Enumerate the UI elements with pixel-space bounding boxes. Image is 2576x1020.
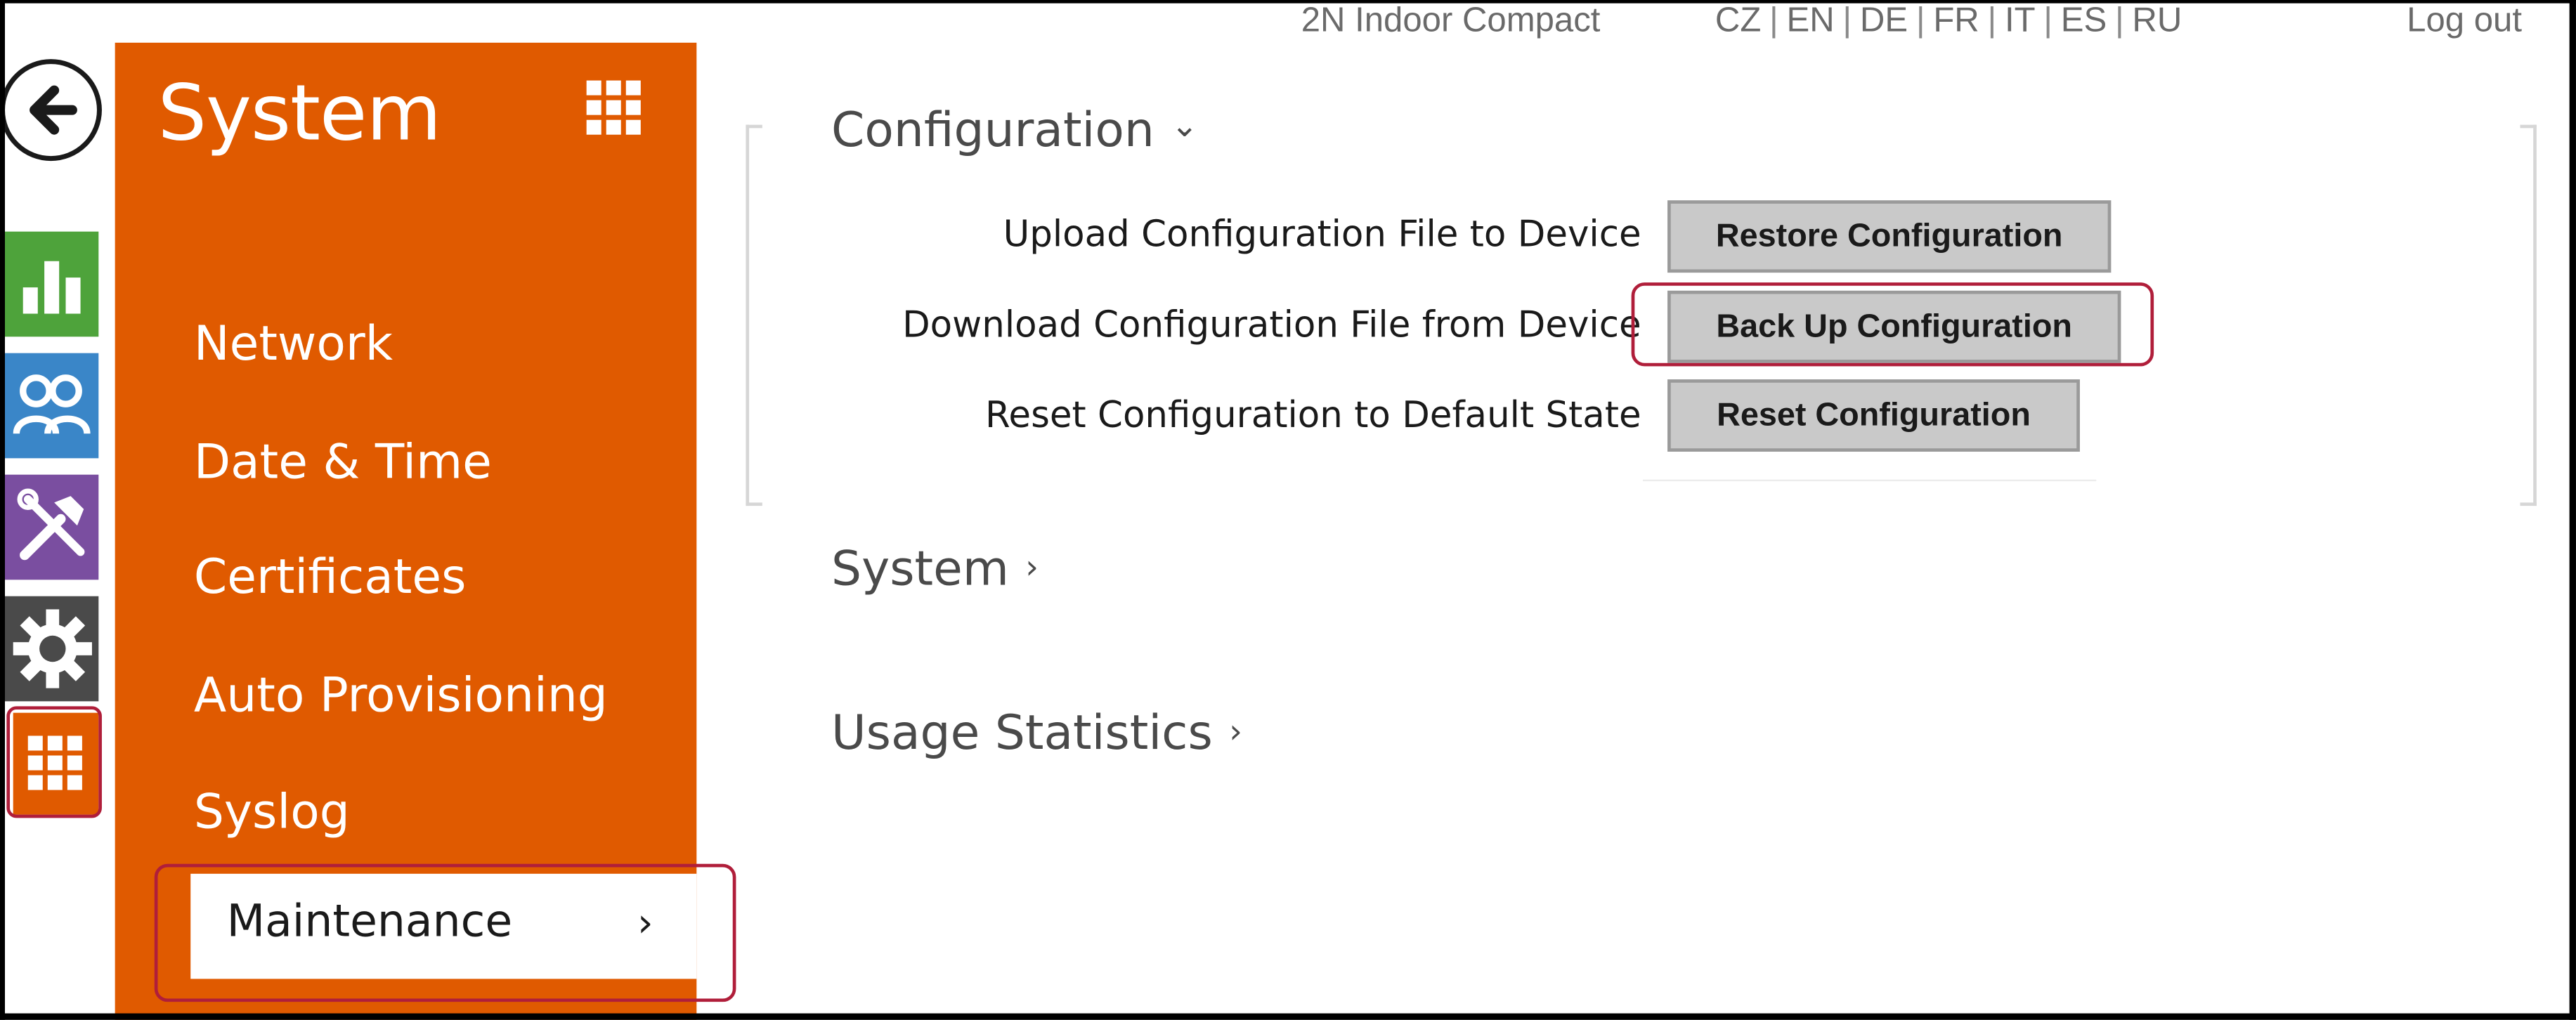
sidebar-item-syslog[interactable]: Syslog <box>194 783 350 839</box>
lang-separator: | <box>2114 1 2124 40</box>
frame-border <box>0 1013 2576 1020</box>
rail-services-button[interactable] <box>5 596 99 702</box>
section-system-header[interactable]: System › <box>831 540 1039 596</box>
maintenance-highlight <box>154 863 736 1002</box>
sidebar-title: System <box>157 69 441 159</box>
lang-de[interactable]: DE <box>1860 0 1908 43</box>
reset-config-label: Reset Configuration to Default State <box>984 395 1641 437</box>
rail-directory-button[interactable] <box>5 353 99 459</box>
section-bracket-left <box>746 124 762 506</box>
back-arrow-icon <box>30 85 77 135</box>
lang-it[interactable]: IT <box>2005 0 2036 43</box>
gear-icon <box>12 609 91 688</box>
chevron-down-icon: ⌄ <box>1171 105 1199 145</box>
reset-configuration-button[interactable]: Reset Configuration <box>1667 379 2080 452</box>
rail-status-button[interactable] <box>5 231 99 337</box>
bar-chart-icon <box>22 261 80 314</box>
lang-separator: | <box>1842 1 1852 40</box>
section-usage-statistics-header[interactable]: Usage Statistics › <box>831 705 1242 760</box>
lang-en[interactable]: EN <box>1787 0 1835 43</box>
section-title: Usage Statistics <box>831 705 1213 761</box>
logout-link[interactable]: Log out <box>2407 0 2522 43</box>
section-title: Configuration <box>831 101 1154 158</box>
lang-es[interactable]: ES <box>2061 0 2107 43</box>
chevron-right-icon: › <box>1025 547 1039 587</box>
lang-fr[interactable]: FR <box>1933 0 1979 43</box>
backup-button-highlight <box>1631 282 2154 367</box>
back-button[interactable] <box>0 59 102 162</box>
lang-separator: | <box>1769 1 1778 40</box>
frame-border <box>0 0 6 1020</box>
lang-ru[interactable]: RU <box>2132 0 2182 43</box>
users-icon <box>12 374 90 435</box>
lang-cz[interactable]: CZ <box>1715 0 1761 43</box>
sidebar-item-network[interactable]: Network <box>194 315 393 371</box>
chevron-right-icon: › <box>1229 711 1242 751</box>
frame-border <box>0 0 2576 4</box>
section-bracket-right <box>2520 124 2537 506</box>
restore-configuration-button[interactable]: Restore Configuration <box>1667 200 2112 273</box>
frame-border <box>2569 0 2576 1020</box>
app-window: 2N Indoor Compact CZ | EN | DE | FR | IT… <box>0 0 2576 1020</box>
lang-separator: | <box>2043 1 2053 40</box>
sidebar-item-date-time[interactable]: Date & Time <box>194 433 492 489</box>
grid-icon[interactable] <box>585 79 644 138</box>
section-configuration-header[interactable]: Configuration ⌄ <box>831 102 1198 157</box>
lang-separator: | <box>1987 1 1997 40</box>
lang-separator: | <box>1915 1 1925 40</box>
sidebar-item-certificates[interactable]: Certificates <box>194 549 467 604</box>
download-config-label: Download Configuration File from Device <box>902 305 1641 347</box>
device-name: 2N Indoor Compact <box>1301 1 1601 40</box>
section-title: System <box>831 540 1009 596</box>
upload-config-label: Upload Configuration File to Device <box>1003 215 1641 256</box>
rail-system-highlight <box>6 706 102 818</box>
divider <box>1643 479 2097 482</box>
rail-hardware-button[interactable] <box>5 474 99 580</box>
tools-icon <box>16 488 84 561</box>
language-selector: CZ | EN | DE | FR | IT | ES | RU <box>1715 0 2183 43</box>
sidebar-item-auto-provisioning[interactable]: Auto Provisioning <box>194 667 608 722</box>
